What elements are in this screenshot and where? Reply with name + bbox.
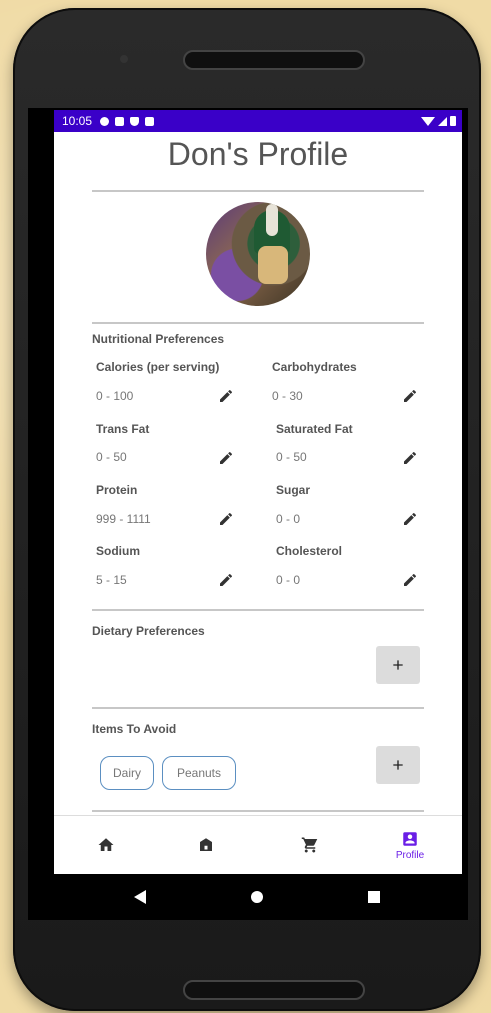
- edit-protein-button[interactable]: [218, 511, 234, 527]
- nutrient-name-calories: Calories (per serving): [96, 360, 220, 374]
- nutrient-value-protein: 999 - 1111: [96, 512, 151, 526]
- wifi-icon: [421, 116, 435, 126]
- settings-icon: [100, 116, 110, 126]
- nutrient-value-sodium: 5 - 15: [96, 573, 127, 587]
- plus-icon: [393, 660, 403, 670]
- android-navigation-bar: [54, 874, 462, 920]
- status-bar: 10:05: [54, 110, 462, 132]
- page-title: Don's Profile: [167, 136, 349, 172]
- avoid-chip-dairy[interactable]: Dairy: [100, 756, 154, 790]
- shield-icon: [130, 116, 140, 126]
- earpiece-speaker: [183, 50, 365, 70]
- nav-home[interactable]: [76, 816, 136, 874]
- pencil-icon: [220, 512, 232, 525]
- front-camera: [120, 55, 128, 63]
- avatar[interactable]: [206, 202, 310, 306]
- pencil-icon: [404, 389, 416, 402]
- nutrient-name-saturated-fat: Saturated Fat: [276, 422, 353, 436]
- bottom-navigation: Profile: [54, 815, 462, 874]
- edit-cholesterol-button[interactable]: [402, 572, 418, 588]
- profile-icon: [403, 831, 417, 846]
- edit-calories-button[interactable]: [218, 388, 234, 404]
- lock-icon: [145, 116, 155, 126]
- items-to-avoid-heading: Items To Avoid: [92, 722, 177, 736]
- nutrient-value-cholesterol: 0 - 0: [276, 573, 301, 587]
- nutrient-value-trans-fat: 0 - 50: [96, 450, 127, 464]
- divider: [92, 707, 424, 709]
- notification-icon: [115, 116, 125, 126]
- pencil-icon: [220, 451, 232, 464]
- recents-button[interactable]: [368, 891, 380, 903]
- status-time: 10:05: [62, 114, 93, 128]
- edit-sodium-button[interactable]: [218, 572, 234, 588]
- battery-icon: [450, 116, 456, 126]
- edit-sugar-button[interactable]: [402, 511, 418, 527]
- nutrient-name-cholesterol: Cholesterol: [276, 544, 343, 558]
- back-button[interactable]: [134, 890, 146, 904]
- pencil-icon: [404, 451, 416, 464]
- store-icon: [200, 838, 212, 851]
- nav-profile-label: Profile: [395, 849, 425, 861]
- home-button[interactable]: [251, 891, 263, 903]
- add-dietary-preference-button[interactable]: [376, 646, 420, 684]
- nav-cart[interactable]: [280, 816, 340, 874]
- plus-icon: [393, 760, 403, 770]
- divider: [92, 190, 424, 192]
- nutrient-name-carbohydrates: Carbohydrates: [272, 360, 357, 374]
- profile-screen: Don's Profile Nutritional Preferences Ca…: [54, 132, 462, 874]
- nutrient-name-protein: Protein: [96, 483, 138, 497]
- pencil-icon: [220, 389, 232, 402]
- nutritional-preferences-heading: Nutritional Preferences: [92, 332, 225, 346]
- pencil-icon: [404, 512, 416, 525]
- bottom-speaker: [183, 980, 365, 1000]
- nutrient-value-carbohydrates: 0 - 30: [272, 389, 303, 403]
- signal-icon: [438, 116, 447, 126]
- pencil-icon: [220, 573, 232, 586]
- home-icon: [98, 838, 114, 851]
- nutrient-name-trans-fat: Trans Fat: [96, 422, 150, 436]
- nav-store[interactable]: [176, 816, 236, 874]
- nutrient-value-calories: 0 - 100: [96, 389, 134, 403]
- dietary-preferences-heading: Dietary Preferences: [92, 624, 205, 638]
- divider: [92, 609, 424, 611]
- nav-profile[interactable]: Profile: [380, 816, 440, 874]
- nutrient-name-sugar: Sugar: [276, 483, 311, 497]
- nutrient-name-sodium: Sodium: [96, 544, 140, 558]
- nutrient-value-saturated-fat: 0 - 50: [276, 450, 307, 464]
- avoid-chip-peanuts[interactable]: Peanuts: [162, 756, 236, 790]
- pencil-icon: [404, 573, 416, 586]
- divider: [92, 322, 424, 324]
- edit-trans-fat-button[interactable]: [218, 450, 234, 466]
- add-avoid-item-button[interactable]: [376, 746, 420, 784]
- nutrient-value-sugar: 0 - 0: [276, 512, 301, 526]
- edit-carbohydrates-button[interactable]: [402, 388, 418, 404]
- divider: [92, 810, 424, 812]
- cart-icon: [301, 837, 318, 853]
- edit-saturated-fat-button[interactable]: [402, 450, 418, 466]
